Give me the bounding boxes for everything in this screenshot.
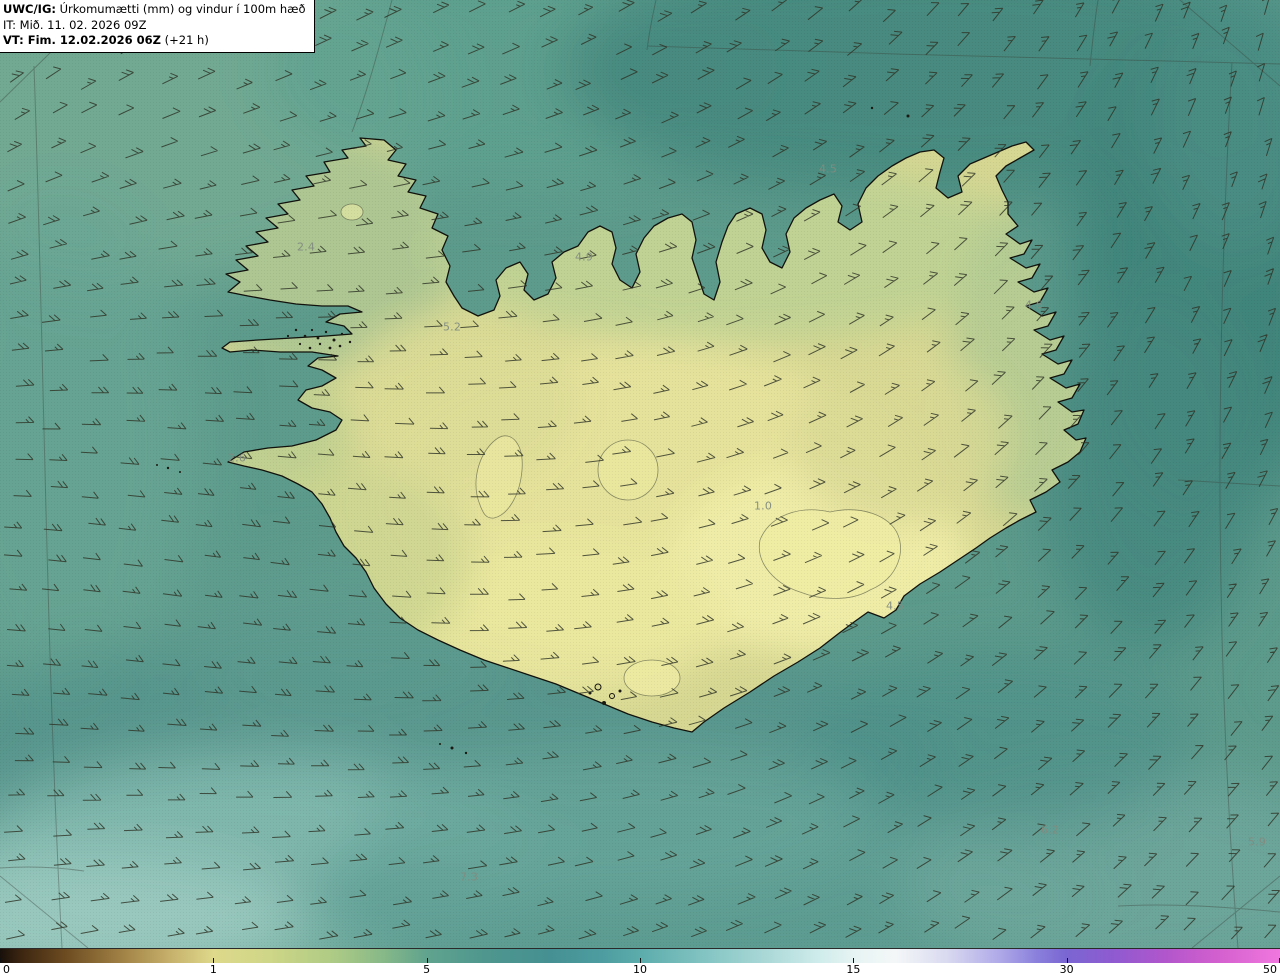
colorbar-tick-label: 30	[1060, 963, 1074, 976]
valid-time-main: VT: Fim. 12.02.2026 06Z	[3, 33, 161, 47]
colorbar-tick-label: 50	[1263, 963, 1277, 976]
colorbar-tick-label: 1	[210, 963, 217, 976]
colorbar-tick-label: 15	[846, 963, 860, 976]
map-canvas: 4.52.44.94.65.22.61.04.56.25.97.3 UWC/IG…	[0, 0, 1280, 948]
product-title: UWC/IG: Úrkomumætti (mm) og vindur í 100…	[3, 2, 306, 18]
colorbar-tick-label: 0	[3, 963, 10, 976]
init-time: IT: Mið. 11. 02. 2026 09Z	[3, 18, 306, 34]
colorbar-tick-label: 10	[633, 963, 647, 976]
colorbar-tick-mark	[0, 958, 1, 963]
colorbar: 01510153050	[0, 948, 1280, 978]
valid-time-offset: (+21 h)	[165, 33, 209, 47]
valid-time: VT: Fim. 12.02.2026 06Z (+21 h)	[3, 33, 306, 49]
weather-map-app: 4.52.44.94.65.22.61.04.56.25.97.3 UWC/IG…	[0, 0, 1280, 978]
product-description: Úrkomumætti (mm) og vindur í 100m hæð	[60, 2, 306, 16]
title-box: UWC/IG: Úrkomumætti (mm) og vindur í 100…	[0, 0, 315, 53]
precipitation-wind-map	[0, 0, 1280, 948]
colorbar-ticks: 01510153050	[0, 948, 1280, 978]
dither-texture	[0, 0, 1280, 948]
colorbar-tick-label: 5	[423, 963, 430, 976]
product-code: UWC/IG:	[3, 2, 56, 16]
